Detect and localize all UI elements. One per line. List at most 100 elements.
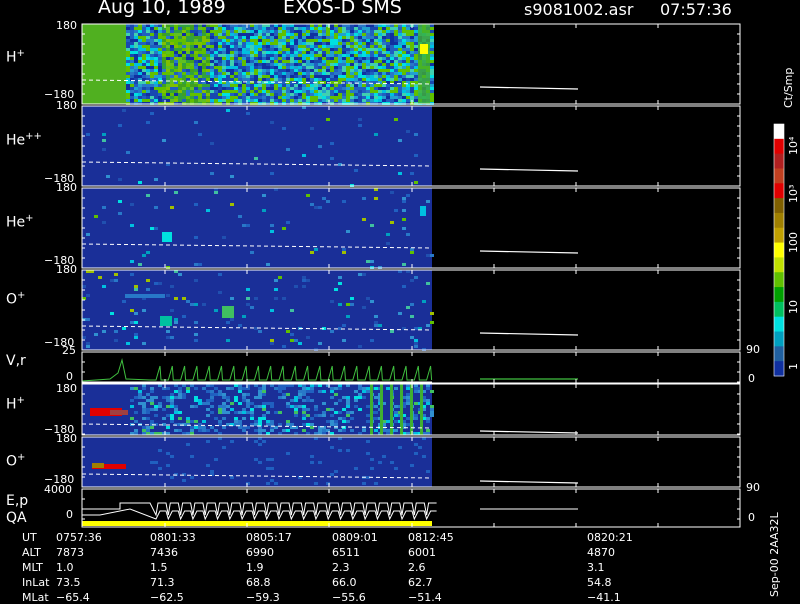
- spectrogram-cell: [366, 93, 370, 96]
- spectrogram-cell: [218, 54, 222, 57]
- spectrogram-cell: [354, 30, 358, 33]
- spectrogram-cell: [386, 87, 390, 90]
- spectrogram-cell: [266, 96, 270, 99]
- spectrogram-cell: [362, 30, 366, 33]
- spectrogram-cell: [378, 30, 382, 33]
- spectrogram-cell: [322, 429, 326, 432]
- spectrogram-cell: [342, 90, 346, 93]
- spectrogram-cell: [174, 84, 178, 87]
- spectrogram-cell: [302, 154, 306, 157]
- spectrogram-cell: [290, 399, 294, 402]
- spectrogram-cell: [126, 27, 130, 30]
- spectrogram-cell: [234, 93, 238, 96]
- spectrogram-cell: [210, 33, 214, 36]
- spectrogram-cell: [326, 60, 330, 63]
- spectrogram-cell: [182, 39, 186, 42]
- spectrogram-cell: [134, 51, 138, 54]
- spectrogram-cell: [138, 36, 142, 39]
- spectrogram-cell: [210, 48, 214, 51]
- spectrogram-cell: [238, 93, 242, 96]
- spectrogram-cell: [310, 57, 314, 60]
- spectrogram-cell: [186, 93, 190, 96]
- hplus2-green-stripe: [380, 384, 383, 435]
- spectrogram-cell: [202, 51, 206, 54]
- spectrogram-cell: [318, 78, 322, 81]
- spectrogram-cell: [174, 96, 178, 99]
- spectrogram-cell: [398, 42, 402, 45]
- spectrogram-cell: [170, 402, 174, 405]
- spectrogram-cell: [206, 30, 210, 33]
- ytick-top-hplus2: 180: [56, 382, 77, 395]
- spectrogram-cell: [414, 402, 418, 405]
- spectrogram-cell: [226, 33, 230, 36]
- spectrogram-cell: [342, 36, 346, 39]
- spectrogram-cell: [358, 54, 362, 57]
- spectrogram-cell: [234, 96, 238, 99]
- spectrogram-cell: [246, 87, 250, 90]
- spectrogram-cell: [354, 99, 358, 102]
- spectrogram-cell: [430, 84, 434, 87]
- ytick-top-hepp: 180: [56, 99, 77, 112]
- spectrogram-cell: [178, 93, 182, 96]
- spectrogram-cell: [138, 396, 142, 399]
- spectrogram-cell: [174, 75, 178, 78]
- spectrogram-cell: [314, 84, 318, 87]
- spectrogram-cell: [270, 54, 274, 57]
- spectrogram-cell: [162, 396, 166, 399]
- spectrogram-cell: [274, 288, 278, 291]
- spectrogram-cell: [194, 387, 198, 390]
- spectrogram-cell: [290, 39, 294, 42]
- spectrogram-cell: [330, 51, 334, 54]
- spectrogram-cell: [322, 90, 326, 93]
- spectrogram-cell: [254, 57, 258, 60]
- spectrogram-cell: [382, 36, 386, 39]
- spectrogram-cell: [342, 324, 346, 327]
- spectrogram-cell: [250, 51, 254, 54]
- spectrogram-cell: [138, 57, 142, 60]
- spectrogram-cell: [198, 133, 202, 136]
- spectrogram-cell: [278, 387, 282, 390]
- spectrogram-cell: [366, 390, 370, 393]
- spectrogram-cell: [414, 72, 418, 75]
- spectrogram-cell: [210, 470, 214, 473]
- spectrogram-cell: [214, 54, 218, 57]
- spectrogram-cell: [134, 429, 138, 432]
- spectrogram-cell: [330, 60, 334, 63]
- spectrogram-cell: [242, 96, 246, 99]
- spectrogram-cell: [346, 230, 350, 233]
- spectrogram-cell: [202, 45, 206, 48]
- spectrogram-cell: [242, 315, 246, 318]
- spectrogram-cell: [182, 393, 186, 396]
- spectrogram-cell: [102, 285, 106, 288]
- spectrogram-cell: [166, 96, 170, 99]
- spectrogram-cell: [358, 45, 362, 48]
- spectrogram-cell: [370, 84, 374, 87]
- spectrogram-cell: [194, 42, 198, 45]
- spectrogram-cell: [206, 42, 210, 45]
- spectrogram-cell: [330, 414, 334, 417]
- spectrogram-cell: [226, 36, 230, 39]
- spectrogram-cell: [186, 96, 190, 99]
- spectrogram-cell: [262, 408, 266, 411]
- spectrogram-cell: [394, 405, 398, 408]
- spectrogram-cell: [298, 63, 302, 66]
- spectrogram-cell: [326, 93, 330, 96]
- spectrogram-cell: [186, 387, 190, 390]
- spectrogram-cell: [402, 285, 406, 288]
- spectrogram-cell: [214, 99, 218, 102]
- spectrogram-cell: [314, 42, 318, 45]
- spectrogram-cell: [182, 33, 186, 36]
- spectrogram-cell: [250, 36, 254, 39]
- spectrogram-cell: [214, 84, 218, 87]
- spectrogram-cell: [158, 66, 162, 69]
- spectrogram-cell: [310, 423, 314, 426]
- ytick-top-oplus2: 180: [56, 432, 77, 445]
- spectrogram-cell: [214, 75, 218, 78]
- spectrogram-cell: [394, 63, 398, 66]
- spectrogram-cell: [150, 96, 154, 99]
- spectrogram-cell: [150, 227, 154, 230]
- spectrogram-cell: [414, 90, 418, 93]
- spectrogram-cell: [158, 48, 162, 51]
- spectrogram-cell: [230, 78, 234, 81]
- spectrogram-cell: [150, 36, 154, 39]
